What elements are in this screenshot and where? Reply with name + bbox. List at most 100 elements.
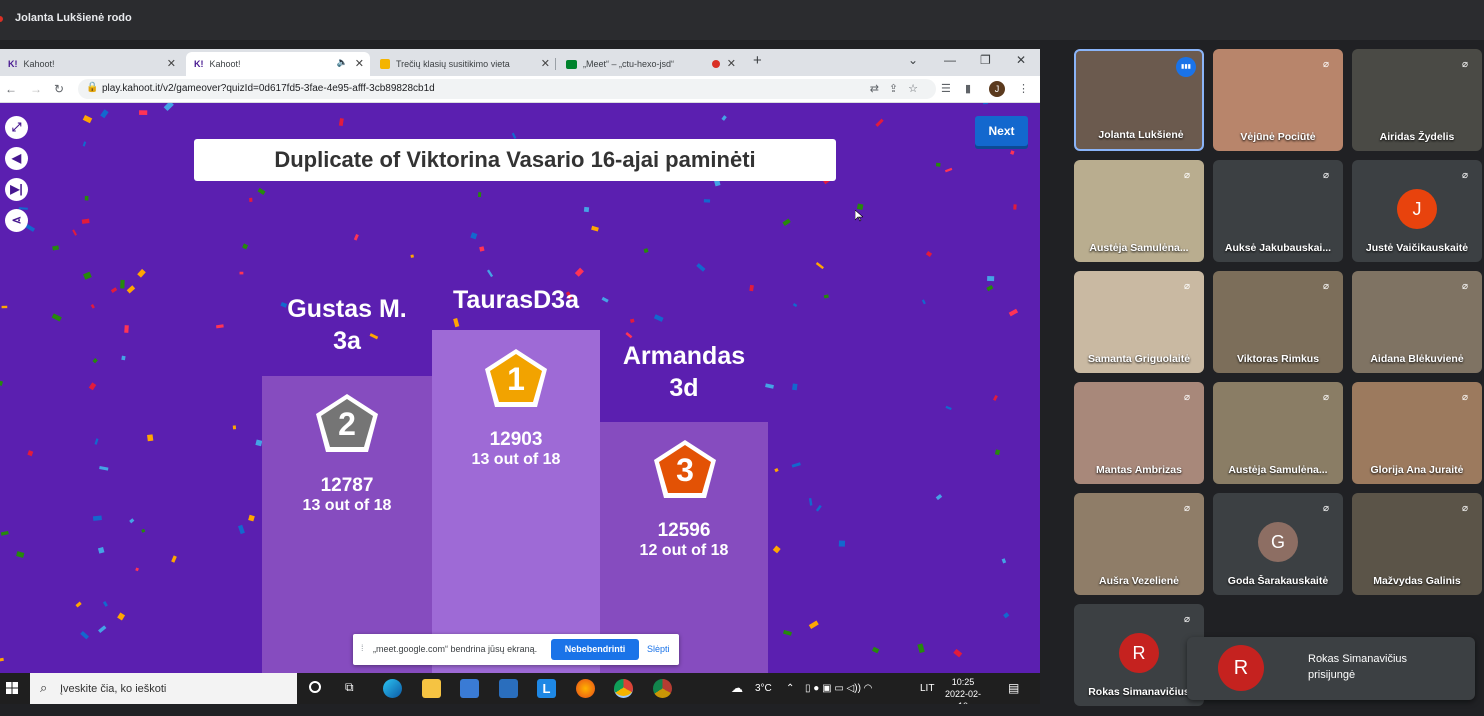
drag-handle-icon[interactable]: ⁞: [361, 643, 364, 653]
browser-tab-kahoot-1[interactable]: K! Kahoot! ✕: [0, 52, 182, 76]
participant-tile[interactable]: ⌀ Glorija Ana Juraitė: [1352, 382, 1482, 484]
close-window-icon[interactable]: ✕: [1016, 53, 1026, 67]
participant-tile[interactable]: R ⌀ Rokas Simanavičius: [1074, 604, 1204, 706]
hide-button[interactable]: Slėpti: [647, 644, 670, 654]
profile-avatar[interactable]: J: [989, 81, 1005, 97]
firefox-icon[interactable]: [576, 679, 595, 698]
participant-tile[interactable]: ⌀ Mantas Ambrizas: [1074, 382, 1204, 484]
reload-icon[interactable]: ↻: [54, 82, 64, 96]
confetti-piece: [871, 646, 880, 654]
participant-tile[interactable]: ⌀ Airidas Žydelis: [1352, 49, 1482, 151]
store-icon[interactable]: [460, 679, 479, 698]
mic-muted-icon: ⌀: [1322, 281, 1330, 292]
side-panel-icon[interactable]: ▮: [965, 82, 971, 95]
confetti-piece: [0, 530, 9, 536]
participant-tile[interactable]: ⌀ Auksė Jakubauskai...: [1213, 160, 1343, 262]
chevron-down-icon[interactable]: ⌄: [908, 53, 918, 67]
participant-tile[interactable]: ⌀ Vėjūnė Pociūtė: [1213, 49, 1343, 151]
share-message: „meet.google.com“ bendrina jūsų ekraną.: [373, 644, 538, 654]
new-tab-icon[interactable]: +: [753, 52, 762, 69]
rank-badge-3rd: 3: [652, 438, 718, 500]
avatar: J: [1397, 189, 1437, 229]
participant-tile[interactable]: ⌀ Austėja Samulėna...: [1213, 382, 1343, 484]
browser-tab-bar: K! Kahoot! ✕ K! Kahoot! 🔈 ✕ Trečių klasi…: [0, 49, 1040, 76]
back-icon[interactable]: ←: [5, 82, 17, 96]
volume-icon[interactable]: ◀: [5, 147, 28, 170]
podium-name-2nd: Gustas M. 3a: [287, 295, 407, 355]
notifications-icon[interactable]: ▤: [1008, 681, 1019, 695]
participant-tile[interactable]: ⌀ Viktoras Rimkus: [1213, 271, 1343, 373]
mic-muted-icon: ⌀: [1322, 503, 1330, 514]
skip-icon[interactable]: ▶|: [5, 178, 28, 201]
mail-icon[interactable]: [499, 679, 518, 698]
participant-name: Jolanta Lukšienė: [1098, 129, 1184, 141]
participant-tile[interactable]: ⌀ Mažvydas Galinis: [1352, 493, 1482, 595]
chrome-icon[interactable]: [614, 679, 633, 698]
participant-tile[interactable]: ⌀ Aidana Blėkuvienė: [1352, 271, 1482, 373]
url-box[interactable]: 🔒 play.kahoot.it/v2/gameover?quizId=0d61…: [78, 79, 936, 99]
confetti-piece: [121, 355, 126, 361]
close-icon[interactable]: ✕: [355, 57, 364, 70]
close-icon[interactable]: ✕: [167, 57, 176, 70]
tab-label: „Meet“ – „ctu-hexo-jsd“: [583, 59, 675, 69]
confetti-piece: [953, 648, 963, 658]
confetti-piece: [410, 254, 414, 258]
confetti-piece: [215, 324, 224, 329]
chrome-2-icon[interactable]: [653, 679, 672, 698]
reading-list-icon[interactable]: ☰: [941, 82, 951, 95]
confetti-piece: [232, 425, 237, 430]
file-explorer-icon[interactable]: [422, 679, 441, 698]
cortana-icon[interactable]: [309, 681, 321, 693]
browser-tab-classroom[interactable]: Trečių klasių susitikimo vieta ✕: [372, 52, 556, 76]
participant-name: Airidas Žydelis: [1379, 131, 1455, 143]
minimize-icon[interactable]: —: [944, 53, 956, 67]
confetti-piece: [88, 382, 97, 391]
edge-icon[interactable]: [383, 679, 402, 698]
confetti-piece: [27, 450, 34, 457]
close-icon[interactable]: ✕: [727, 57, 736, 70]
forward-icon[interactable]: →: [30, 82, 42, 96]
confetti-piece: [90, 304, 95, 309]
app-l-icon[interactable]: L: [537, 679, 556, 698]
confetti-piece: [944, 167, 953, 173]
confetti-piece: [129, 518, 135, 524]
participant-tile[interactable]: G ⌀ Goda Šarakauskaitė: [1213, 493, 1343, 595]
weather-icon[interactable]: ☁: [731, 681, 743, 695]
browser-tab-meet[interactable]: „Meet“ – „ctu-hexo-jsd“ ✕: [558, 52, 742, 76]
taskbar-search[interactable]: ⌕ Įveskite čia, ko ieškoti: [30, 673, 297, 704]
participant-tile[interactable]: ⌀ Samanta Griguolaitė: [1074, 271, 1204, 373]
close-icon[interactable]: ✕: [541, 57, 550, 70]
confetti-piece: [470, 232, 478, 240]
tray-icons[interactable]: ▯ ● ▣ ▭ ◁)) ◠: [805, 683, 872, 694]
confetti-piece: [583, 206, 590, 213]
participant-tile[interactable]: J ⌀ Justė Vaičikauskaitė: [1352, 160, 1482, 262]
share-icon[interactable]: ⋖: [5, 209, 28, 232]
confetti-piece: [82, 141, 87, 147]
mic-muted-icon: ⌀: [1183, 170, 1191, 181]
speaker-icon[interactable]: 🔈: [337, 57, 348, 68]
browser-tab-kahoot-2[interactable]: K! Kahoot! 🔈 ✕: [186, 52, 370, 76]
fullscreen-icon[interactable]: ⤢: [5, 116, 28, 139]
windows-start-icon[interactable]: [6, 682, 18, 694]
language-indicator[interactable]: LIT: [920, 683, 934, 694]
confetti-piece: [242, 243, 249, 250]
participant-name: Aidana Blėkuvienė: [1370, 353, 1464, 365]
participant-tile[interactable]: ▮▮▮ Jolanta Lukšienė: [1074, 49, 1204, 151]
confetti-piece: [338, 118, 344, 127]
tray-chevron-icon[interactable]: ⌃: [786, 683, 794, 694]
stop-sharing-button[interactable]: Nebebendrinti: [551, 639, 639, 660]
omnibox-action-icons[interactable]: ⇄⇪☆: [870, 82, 928, 95]
confetti-piece: [98, 625, 107, 634]
participant-name: Justė Vaičikauskaitė: [1365, 242, 1469, 254]
next-button[interactable]: Next: [975, 116, 1028, 146]
restore-icon[interactable]: ❐: [980, 53, 991, 67]
taskbar-clock[interactable]: 10:25 2022-02-10: [944, 676, 982, 704]
task-view-icon[interactable]: ⧉: [345, 680, 354, 695]
menu-icon[interactable]: ⋮: [1018, 82, 1029, 95]
participant-tile[interactable]: ⌀ Austėja Samulėna...: [1074, 160, 1204, 262]
participant-tile[interactable]: ⌀ Aušra Vezelienė: [1074, 493, 1204, 595]
confetti-piece: [774, 467, 779, 473]
confetti-piece: [25, 224, 36, 232]
toast-message: Rokas Simanavičius prisijungė: [1308, 653, 1408, 681]
confetti-piece: [237, 524, 245, 535]
